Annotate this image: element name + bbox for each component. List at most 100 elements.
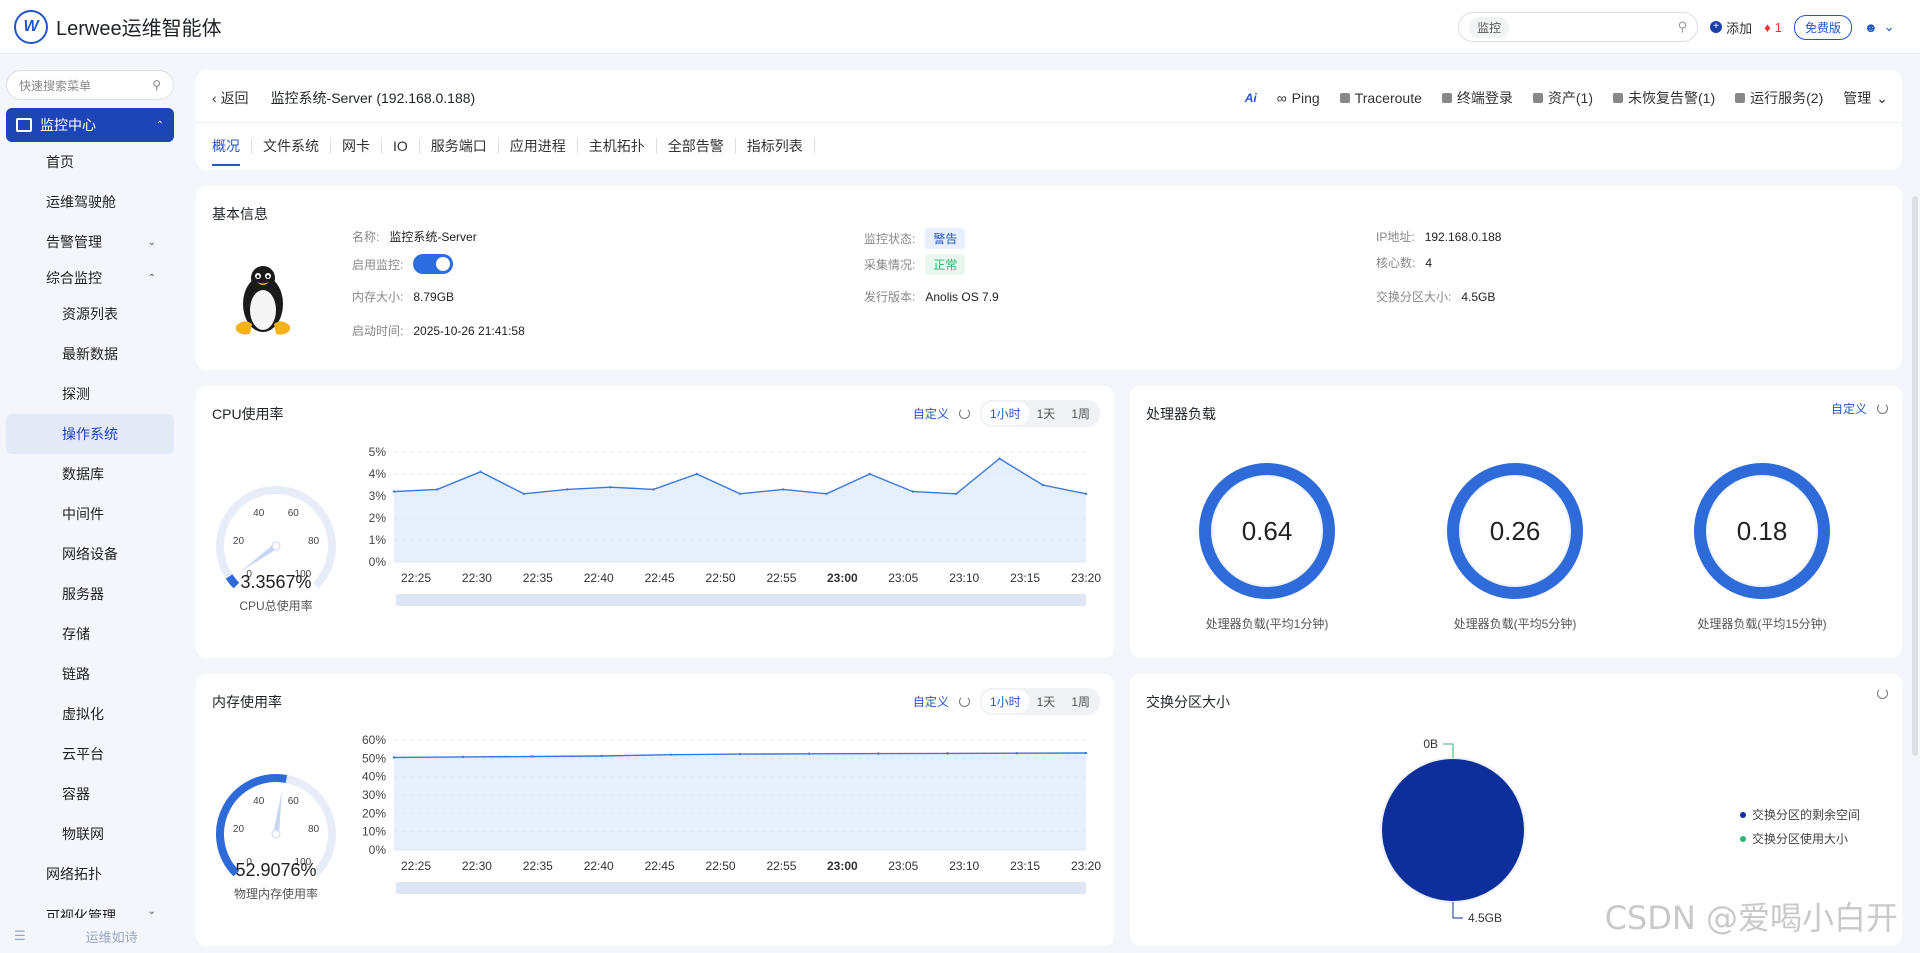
- custom-range-button[interactable]: 自定义: [913, 405, 949, 422]
- time-range-selector: 1小时 1天 1周: [979, 688, 1100, 715]
- sidebar-item-label: 网络拓扑: [46, 866, 102, 882]
- global-search[interactable]: 监控 ⚲: [1458, 12, 1699, 42]
- alert-bell[interactable]: ♦ 1: [1764, 20, 1782, 35]
- x-tick-label: 22:45: [645, 571, 675, 585]
- sidebar-item-containers[interactable]: 容器: [0, 774, 180, 814]
- sidebar-item-cockpit[interactable]: 运维驾驶舱: [0, 182, 180, 222]
- sidebar-item-resources[interactable]: 资源列表: [0, 294, 180, 334]
- y-tick-label: 3%: [369, 489, 387, 503]
- sidebar-item-alerts[interactable]: 告警管理 ⌄: [0, 222, 180, 262]
- info-value: 192.168.0.188: [1424, 229, 1502, 244]
- sidebar-item-iot[interactable]: 物联网: [0, 814, 180, 854]
- info-value: 8.79GB: [413, 289, 455, 304]
- tab-service-ports[interactable]: 服务端口: [420, 138, 499, 154]
- data-point: [825, 492, 828, 495]
- sidebar-item-servers[interactable]: 服务器: [0, 574, 180, 614]
- refresh-icon[interactable]: [958, 696, 970, 707]
- sidebar-group-monitor-center[interactable]: 监控中心 ⌃: [6, 108, 174, 142]
- assets-button[interactable]: 资产(1): [1532, 88, 1593, 108]
- tab-metrics[interactable]: 指标列表: [736, 138, 815, 154]
- data-point: [600, 754, 603, 758]
- sidebar-item-links[interactable]: 链路: [0, 654, 180, 694]
- sidebar-item-visualization[interactable]: 可视化管理 ⌄: [0, 894, 180, 918]
- app-logo[interactable]: W Lerwee运维智能体: [14, 9, 222, 44]
- sidebar-item-label: 链路: [62, 666, 90, 682]
- legend-label: 交换分区的剩余空间: [1752, 808, 1861, 822]
- sidebar-item-os[interactable]: 操作系统: [6, 414, 174, 454]
- data-point: [695, 472, 698, 476]
- range-1w[interactable]: 1周: [1063, 690, 1098, 713]
- enable-monitoring-toggle[interactable]: [413, 254, 454, 274]
- refresh-icon[interactable]: [1877, 403, 1888, 414]
- pie-label-free: 4.5GB: [1468, 911, 1502, 925]
- info-swap: 交换分区大小: 4.5GB: [1376, 288, 1495, 305]
- info-ip: IP地址: 192.168.0.188: [1376, 228, 1501, 245]
- legend-used[interactable]: 交换分区使用大小: [1740, 830, 1848, 847]
- running-services-button[interactable]: 运行服务(2): [1735, 88, 1823, 108]
- range-1h[interactable]: 1小时: [981, 690, 1029, 713]
- collapse-menu-icon[interactable]: ☰: [14, 928, 26, 944]
- sidebar-item-label: 存储: [62, 626, 90, 642]
- back-button[interactable]: ‹ 返回: [212, 88, 249, 108]
- sidebar-item-probe[interactable]: 探测: [0, 374, 180, 414]
- processor-load-card: 处理器负载 自定义 0.64 处理器负载(平均1分钟) 0.26 处理器负载(平…: [1130, 386, 1902, 658]
- status-badge: 警告: [925, 228, 966, 249]
- data-point: [479, 470, 482, 473]
- sidebar-item-network-devices[interactable]: 网络设备: [0, 534, 180, 574]
- x-tick-label: 22:40: [584, 859, 614, 873]
- tab-filesystem[interactable]: 文件系统: [252, 138, 331, 154]
- unrecovered-alerts-button[interactable]: 未恢复告警(1): [1613, 88, 1715, 108]
- data-point: [998, 457, 1001, 460]
- tab-processes[interactable]: 应用进程: [499, 138, 578, 154]
- tab-io[interactable]: IO: [382, 138, 420, 154]
- range-1h[interactable]: 1小时: [981, 402, 1029, 425]
- search-icon[interactable]: ⚲: [1678, 19, 1688, 35]
- add-label: 添加: [1726, 20, 1753, 36]
- refresh-icon[interactable]: [1877, 688, 1888, 699]
- custom-range-button[interactable]: 自定义: [1831, 400, 1867, 417]
- ai-button[interactable]: Ai: [1245, 91, 1257, 105]
- page-scrollbar[interactable]: [1912, 196, 1918, 756]
- sidebar-item-label: 中间件: [62, 506, 104, 522]
- sidebar-item-topology[interactable]: 网络拓扑: [0, 854, 180, 894]
- sidebar-item-storage[interactable]: 存储: [0, 614, 180, 654]
- data-point: [652, 488, 655, 491]
- tab-all-alerts[interactable]: 全部告警: [657, 138, 736, 154]
- tab-nic[interactable]: 网卡: [331, 138, 382, 154]
- free-edition-button[interactable]: 免费版: [1793, 14, 1852, 40]
- refresh-icon[interactable]: [958, 408, 970, 419]
- sidebar-item-latest-data[interactable]: 最新数据: [0, 334, 180, 374]
- sidebar-item-middleware[interactable]: 中间件: [0, 494, 180, 534]
- y-tick-label: 50%: [362, 751, 386, 765]
- manage-dropdown[interactable]: 管理 ⌄: [1843, 88, 1888, 108]
- range-1d[interactable]: 1天: [1029, 402, 1064, 425]
- data-point: [609, 486, 612, 489]
- legend-free[interactable]: 交换分区的剩余空间: [1740, 806, 1860, 823]
- terminal-login-button[interactable]: 终端登录: [1441, 88, 1513, 108]
- gauge-tick-label: 20: [233, 536, 245, 547]
- gauge-hub: [271, 541, 281, 551]
- watermark: CSDN @爱喝小白开: [1604, 899, 1898, 937]
- info-name: 名称: 监控系统-Server: [352, 228, 477, 245]
- tab-host-topology[interactable]: 主机拓扑: [578, 138, 657, 154]
- chevron-down-icon: ⌄: [1876, 89, 1888, 106]
- ping-button[interactable]: ∞ Ping: [1277, 90, 1320, 106]
- traceroute-button[interactable]: Traceroute: [1339, 90, 1422, 106]
- tab-overview[interactable]: 概况: [212, 138, 252, 154]
- link-icon: ∞: [1276, 90, 1287, 106]
- sidebar-item-home[interactable]: 首页: [0, 142, 180, 182]
- custom-range-button[interactable]: 自定义: [913, 693, 949, 710]
- x-tick-label: 22:25: [401, 859, 431, 873]
- user-menu[interactable]: ☻ ⌄: [1864, 19, 1904, 35]
- range-1d[interactable]: 1天: [1029, 690, 1064, 713]
- search-scope-select[interactable]: 监控: [1469, 16, 1510, 38]
- sidebar-item-database[interactable]: 数据库: [0, 454, 180, 494]
- sidebar-item-monitoring[interactable]: 综合监控 ⌃: [0, 262, 180, 294]
- sidebar-item-virtualization[interactable]: 虚拟化: [0, 694, 180, 734]
- data-point: [782, 488, 785, 491]
- list-icon: [1735, 93, 1746, 103]
- range-1w[interactable]: 1周: [1063, 402, 1098, 425]
- sidebar-item-cloud[interactable]: 云平台: [0, 734, 180, 774]
- menu-search-input[interactable]: 快速搜索菜单 ⚲: [6, 70, 174, 100]
- add-button[interactable]: + 添加: [1710, 18, 1752, 37]
